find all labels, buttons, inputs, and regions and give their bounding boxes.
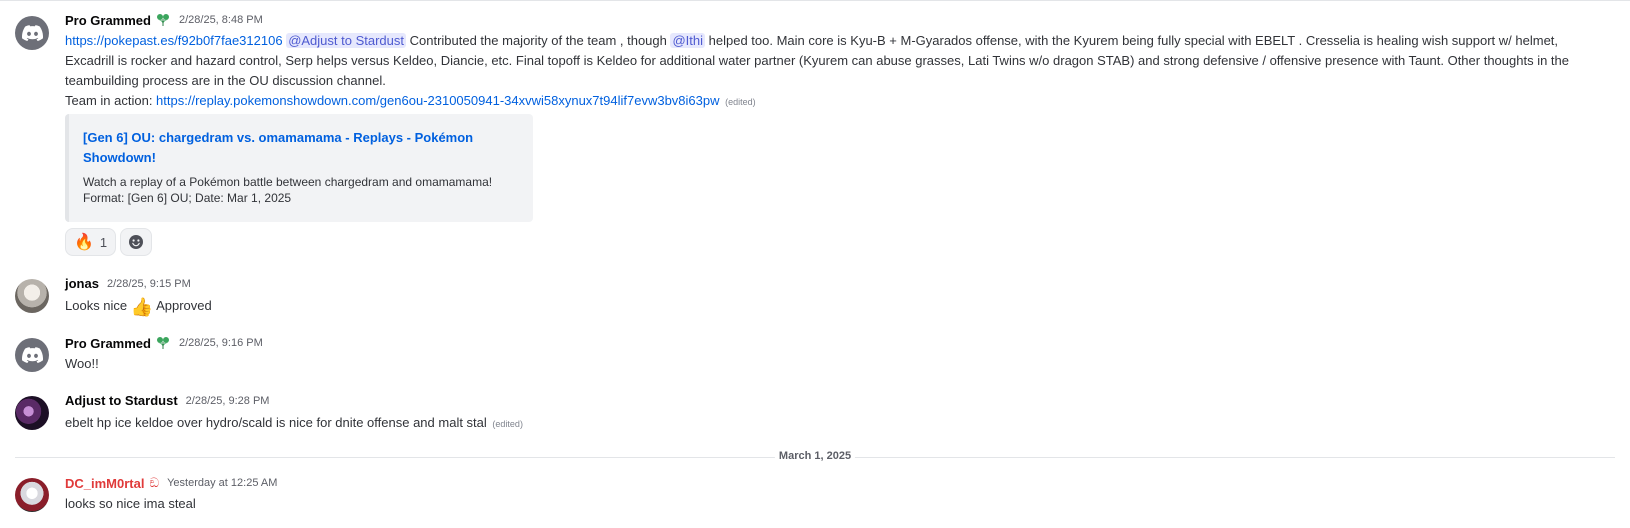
- add-reaction-smile-icon: [129, 235, 144, 249]
- username[interactable]: jonas: [65, 276, 99, 291]
- message-text: ebelt hp ice keldoe over hydro/scald is …: [65, 415, 487, 430]
- timestamp[interactable]: 2/28/25, 8:48 PM: [179, 14, 263, 26]
- discord-logo-icon: [21, 25, 43, 41]
- embed-description-line: Watch a replay of a Pokémon battle betwe…: [83, 175, 493, 189]
- username[interactable]: Pro Grammed: [65, 336, 151, 351]
- message-content: ebelt hp ice keldoe over hydro/scald is …: [65, 413, 1570, 434]
- message-header: Pro Grammed 2/28/25, 8:48 PM: [65, 12, 263, 28]
- avatar[interactable]: [15, 478, 49, 512]
- team-in-action-label: Team in action:: [65, 93, 157, 108]
- timestamp[interactable]: 2/28/25, 9:16 PM: [179, 337, 263, 349]
- timestamp[interactable]: Yesterday at 12:25 AM: [167, 477, 277, 489]
- embed-title-link[interactable]: [Gen 6] OU: chargedram vs. omamamama - R…: [83, 128, 513, 168]
- leaf-role-icon[interactable]: [155, 335, 171, 351]
- date-divider-label: March 1, 2025: [774, 450, 856, 462]
- username[interactable]: Pro Grammed: [65, 13, 151, 28]
- add-reaction-button[interactable]: [120, 228, 153, 256]
- avatar[interactable]: [15, 338, 49, 372]
- reaction-count: 1: [99, 234, 108, 250]
- replay-link[interactable]: https://replay.pokemonshowdown.com/gen6o…: [156, 93, 719, 108]
- timestamp[interactable]: 2/28/25, 9:15 PM: [107, 278, 191, 290]
- message-header: jonas 2/28/25, 9:15 PM: [65, 276, 191, 291]
- message-content: looks so nice ima steal: [65, 494, 1570, 514]
- link-embed: [Gen 6] OU: chargedram vs. omamamama - R…: [65, 114, 533, 222]
- amogus-role-icon[interactable]: ඞ: [149, 475, 159, 491]
- reaction-fire[interactable]: 🔥 1: [65, 228, 117, 256]
- message-content: Looks nice 👍 Approved: [65, 296, 1570, 317]
- message-content: Woo!!: [65, 354, 1570, 374]
- message-text: Looks nice: [65, 298, 131, 313]
- message-header: Adjust to Stardust 2/28/25, 9:28 PM: [65, 393, 269, 408]
- message-text: looks so nice ima steal: [65, 496, 196, 511]
- message-text: Contributed the majority of the team , t…: [406, 33, 671, 48]
- message-header: Pro Grammed 2/28/25, 9:16 PM: [65, 335, 263, 351]
- embed-description-line: Format: [Gen 6] OU; Date: Mar 1, 2025: [83, 191, 292, 205]
- discord-logo-icon: [21, 347, 43, 363]
- top-divider: [0, 0, 1630, 1]
- timestamp[interactable]: 2/28/25, 9:28 PM: [186, 395, 270, 407]
- leaf-role-icon[interactable]: [155, 12, 171, 28]
- message-text: Woo!!: [65, 356, 99, 371]
- edited-label: (edited): [492, 419, 523, 429]
- edited-label: (edited): [725, 97, 756, 107]
- mention-adjust-to-stardust[interactable]: @Adjust to Stardust: [286, 33, 406, 48]
- username[interactable]: DC_imM0rtal: [65, 476, 144, 491]
- fire-emoji-icon: 🔥: [74, 234, 94, 251]
- username[interactable]: Adjust to Stardust: [65, 393, 178, 408]
- avatar[interactable]: [15, 396, 49, 430]
- mention-ithi[interactable]: @Ithi: [670, 33, 706, 48]
- avatar[interactable]: [15, 16, 49, 50]
- message-text: Approved: [153, 298, 212, 313]
- reactions-bar: 🔥 1: [65, 228, 153, 256]
- thumbs-up-emoji-icon: 👍: [130, 297, 154, 317]
- message-content: https://pokepast.es/f92b0f7fae312106 @Ad…: [65, 31, 1570, 112]
- pokepaste-link[interactable]: https://pokepast.es/f92b0f7fae312106: [65, 33, 283, 48]
- avatar[interactable]: [15, 279, 49, 313]
- message-header: DC_imM0rtal ඞ Yesterday at 12:25 AM: [65, 475, 277, 491]
- embed-description: Watch a replay of a Pokémon battle betwe…: [83, 174, 523, 206]
